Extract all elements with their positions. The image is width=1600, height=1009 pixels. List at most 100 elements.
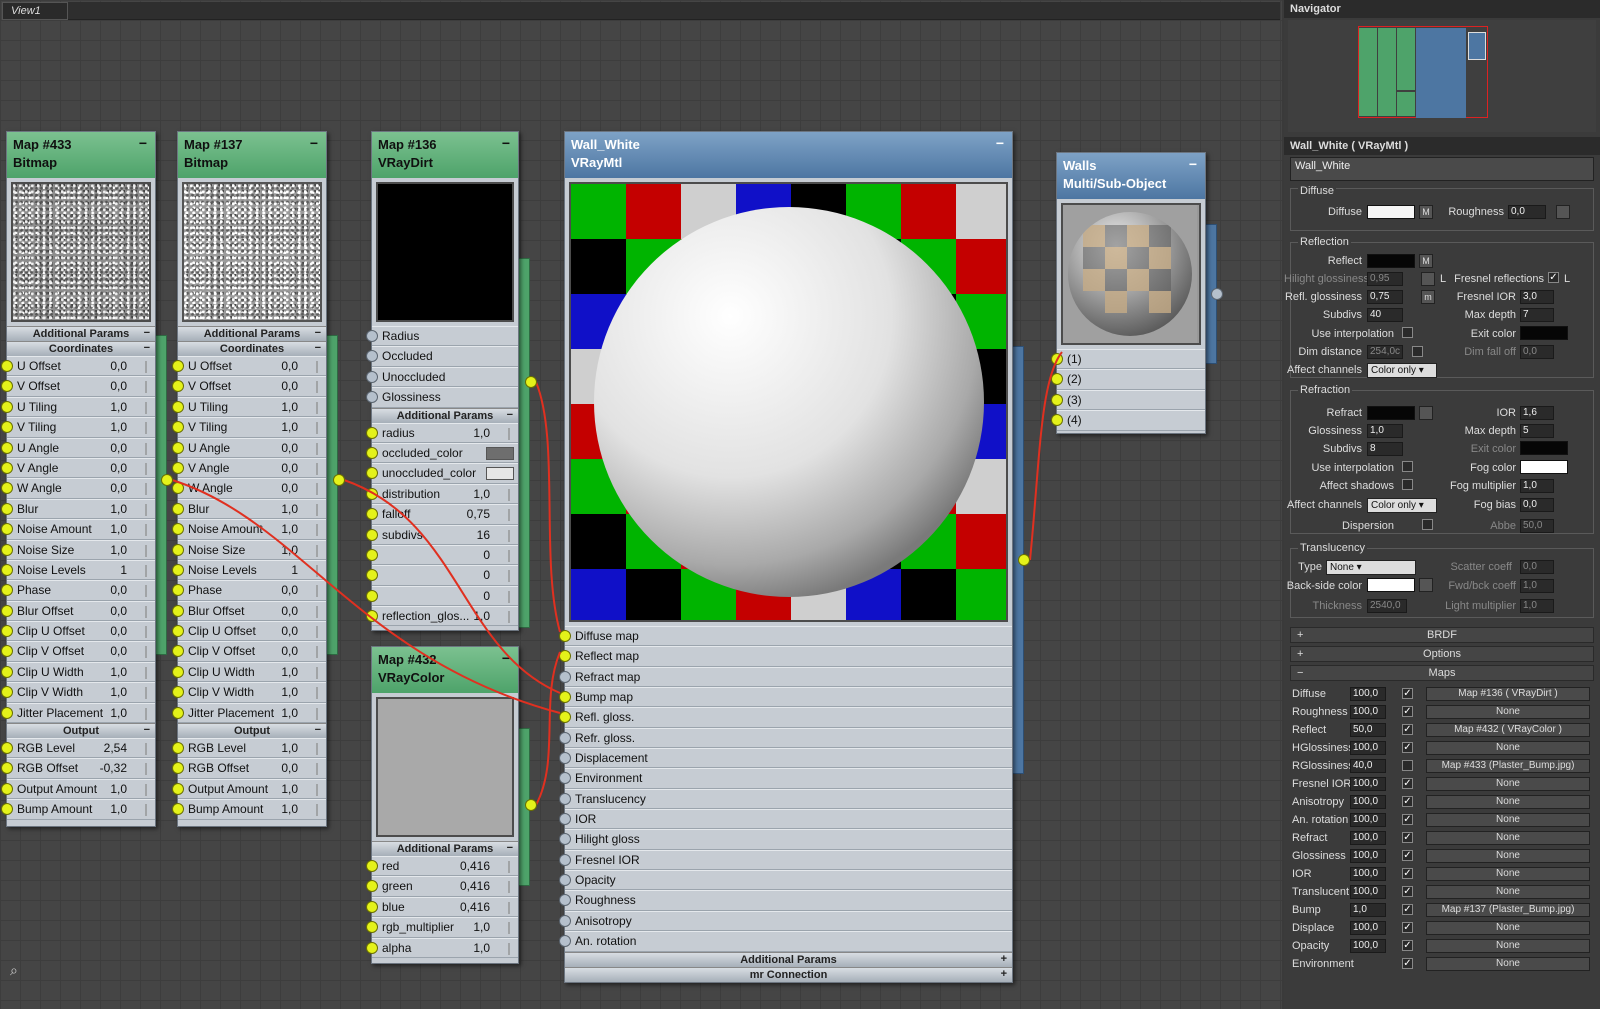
input-socket[interactable] <box>1 482 13 495</box>
input-socket[interactable] <box>559 935 571 948</box>
map-amount-spinner[interactable]: 100,0 <box>1350 813 1386 827</box>
input-socket[interactable] <box>1 665 13 678</box>
input-socket[interactable] <box>366 528 378 541</box>
param-row[interactable]: RGB Offset 0,0 <box>172 758 326 779</box>
refr-subdivs-spinner[interactable]: 8 <box>1367 442 1403 456</box>
input-socket[interactable] <box>1 441 13 454</box>
input-socket[interactable] <box>366 860 378 872</box>
output-socket-wall[interactable] <box>1018 554 1030 566</box>
navigator-view[interactable] <box>1288 20 1596 132</box>
input-socket[interactable] <box>366 391 378 404</box>
param-value[interactable]: 1 <box>291 561 298 580</box>
param-value[interactable]: 0,0 <box>110 459 127 478</box>
map-enable-checkbox[interactable]: ✓ <box>1402 778 1413 789</box>
param-row[interactable]: Phase 0,0 <box>1 580 155 601</box>
spinner-arrows[interactable] <box>145 442 151 455</box>
dim-dist-spinner[interactable]: 254,0c <box>1367 345 1403 359</box>
param-row[interactable]: V Offset 0,0 <box>1 376 155 397</box>
spinner-arrows[interactable] <box>316 462 322 475</box>
hilight-map-button[interactable] <box>1421 272 1435 286</box>
submaterial-slot[interactable]: (2) <box>1051 369 1205 390</box>
input-socket[interactable] <box>1 563 13 576</box>
map-enable-checkbox[interactable]: ✓ <box>1402 886 1413 897</box>
spinner-arrows[interactable] <box>508 488 514 501</box>
hilight-spinner[interactable]: 0,95 <box>1367 272 1403 286</box>
input-socket[interactable] <box>1 523 13 536</box>
material-slot[interactable]: Refl. gloss. <box>559 707 1012 728</box>
input-socket[interactable] <box>366 610 378 623</box>
map-amount-spinner[interactable]: 50,0 <box>1350 723 1386 737</box>
spinner-arrows[interactable] <box>316 605 322 618</box>
param-value[interactable]: 1,0 <box>281 800 298 819</box>
input-socket[interactable] <box>1 604 13 617</box>
spinner-arrows[interactable] <box>316 707 322 720</box>
input-socket[interactable] <box>172 502 184 515</box>
refr-interp-checkbox[interactable] <box>1402 461 1413 472</box>
param-row[interactable]: occluded_color <box>366 442 518 464</box>
map-enable-checkbox[interactable]: ✓ <box>1402 922 1413 933</box>
input-socket[interactable] <box>366 941 378 954</box>
param-value[interactable]: 0,0 <box>281 759 298 778</box>
input-socket[interactable] <box>559 853 571 866</box>
param-row[interactable]: Clip V Offset 0,0 <box>172 641 326 662</box>
param-row[interactable]: reflection_glos... 1,0 <box>366 606 518 627</box>
param-value[interactable]: 1,0 <box>110 683 127 702</box>
spinner-arrows[interactable] <box>145 783 151 796</box>
spinner-arrows[interactable] <box>316 401 322 414</box>
input-socket[interactable] <box>172 686 184 699</box>
spinner-arrows[interactable] <box>145 564 151 577</box>
map-enable-checkbox[interactable]: ✓ <box>1402 706 1413 717</box>
input-socket[interactable] <box>172 400 184 413</box>
spinner-arrows[interactable] <box>145 743 151 756</box>
param-row[interactable]: Noise Size 1,0 <box>1 539 155 560</box>
param-row[interactable]: RGB Level 1,0 <box>172 738 326 759</box>
input-socket[interactable] <box>1 543 13 556</box>
param-value[interactable]: 1,0 <box>473 424 490 443</box>
fresnel-checkbox[interactable]: ✓ <box>1548 272 1559 283</box>
param-row[interactable]: U Angle 0,0 <box>172 437 326 458</box>
input-socket[interactable] <box>366 548 378 561</box>
spinner-arrows[interactable] <box>508 590 514 603</box>
param-value[interactable]: 1,0 <box>110 418 127 437</box>
param-value[interactable]: 0,0 <box>281 479 298 498</box>
map-slot-button[interactable]: None <box>1426 813 1590 827</box>
input-socket[interactable] <box>366 330 378 342</box>
color-swatch[interactable] <box>486 446 514 460</box>
spinner-arrows[interactable] <box>508 861 514 873</box>
param-value[interactable]: 0,0 <box>110 642 127 661</box>
input-socket[interactable] <box>1 360 13 372</box>
rollout-options[interactable]: + Options <box>1290 646 1594 662</box>
map-amount-spinner[interactable]: 100,0 <box>1350 705 1386 719</box>
param-value[interactable]: 0,416 <box>460 857 490 876</box>
param-value[interactable]: 0,416 <box>460 877 490 896</box>
input-socket[interactable] <box>1051 353 1063 365</box>
param-row[interactable]: V Angle 0,0 <box>1 457 155 479</box>
input-socket[interactable] <box>1 803 13 816</box>
material-slot[interactable]: Translucency <box>559 788 1012 810</box>
spinner-arrows[interactable] <box>145 666 151 679</box>
param-row[interactable]: U Tiling 1,0 <box>1 396 155 418</box>
input-socket[interactable] <box>366 508 378 521</box>
spinner-arrows[interactable] <box>316 361 322 373</box>
input-socket[interactable] <box>1 645 13 658</box>
param-value[interactable]: 1,0 <box>110 663 127 682</box>
param-row[interactable]: Clip U Offset 0,0 <box>172 621 326 642</box>
param-value[interactable]: 1,0 <box>281 739 298 758</box>
param-row[interactable]: Phase 0,0 <box>172 580 326 601</box>
input-socket[interactable] <box>172 482 184 495</box>
spinner-arrows[interactable] <box>145 503 151 516</box>
map-enable-checkbox[interactable]: ✓ <box>1402 724 1413 735</box>
input-socket[interactable] <box>1 625 13 638</box>
input-socket[interactable] <box>172 803 184 816</box>
input-socket[interactable] <box>559 813 571 826</box>
input-socket[interactable] <box>366 446 378 459</box>
param-value[interactable]: 0,0 <box>110 377 127 396</box>
input-socket[interactable] <box>559 914 571 927</box>
refr-exit-color-swatch[interactable] <box>1520 441 1568 455</box>
param-value[interactable]: 0 <box>483 546 490 565</box>
param-value[interactable]: 1,0 <box>110 704 127 723</box>
param-row[interactable]: Blur 1,0 <box>172 498 326 520</box>
map-amount-spinner[interactable]: 100,0 <box>1350 885 1386 899</box>
param-value[interactable]: 1,0 <box>281 398 298 417</box>
map-amount-spinner[interactable]: 100,0 <box>1350 849 1386 863</box>
